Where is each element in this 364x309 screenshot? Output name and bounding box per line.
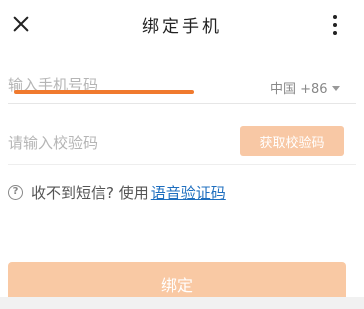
- divider: [8, 103, 356, 104]
- phone-row: 中国 +86: [0, 68, 364, 108]
- header: 绑定手机: [0, 0, 364, 50]
- get-code-button[interactable]: 获取校验码: [240, 126, 344, 156]
- more-vertical-icon[interactable]: [328, 13, 342, 39]
- help-circle-icon: ?: [8, 184, 23, 200]
- more-dot: [333, 15, 337, 19]
- help-row: ? 收不到短信? 使用 语音验证码: [8, 181, 226, 203]
- country-code-select[interactable]: 中国 +86: [270, 78, 340, 97]
- more-dot: [333, 31, 337, 35]
- bottom-bar: [0, 297, 364, 309]
- help-text: 收不到短信? 使用: [31, 183, 149, 202]
- page-title: 绑定手机: [142, 17, 222, 37]
- chevron-down-icon: [331, 86, 340, 91]
- verification-row: 获取校验码: [0, 126, 364, 162]
- verification-code-input[interactable]: [8, 130, 228, 156]
- voice-code-link[interactable]: 语音验证码: [151, 182, 226, 203]
- annotation-underline: [14, 90, 194, 94]
- more-dot: [333, 23, 337, 27]
- phone-number-input[interactable]: [8, 72, 248, 98]
- divider: [8, 164, 356, 165]
- country-code-label: 中国 +86: [270, 82, 328, 97]
